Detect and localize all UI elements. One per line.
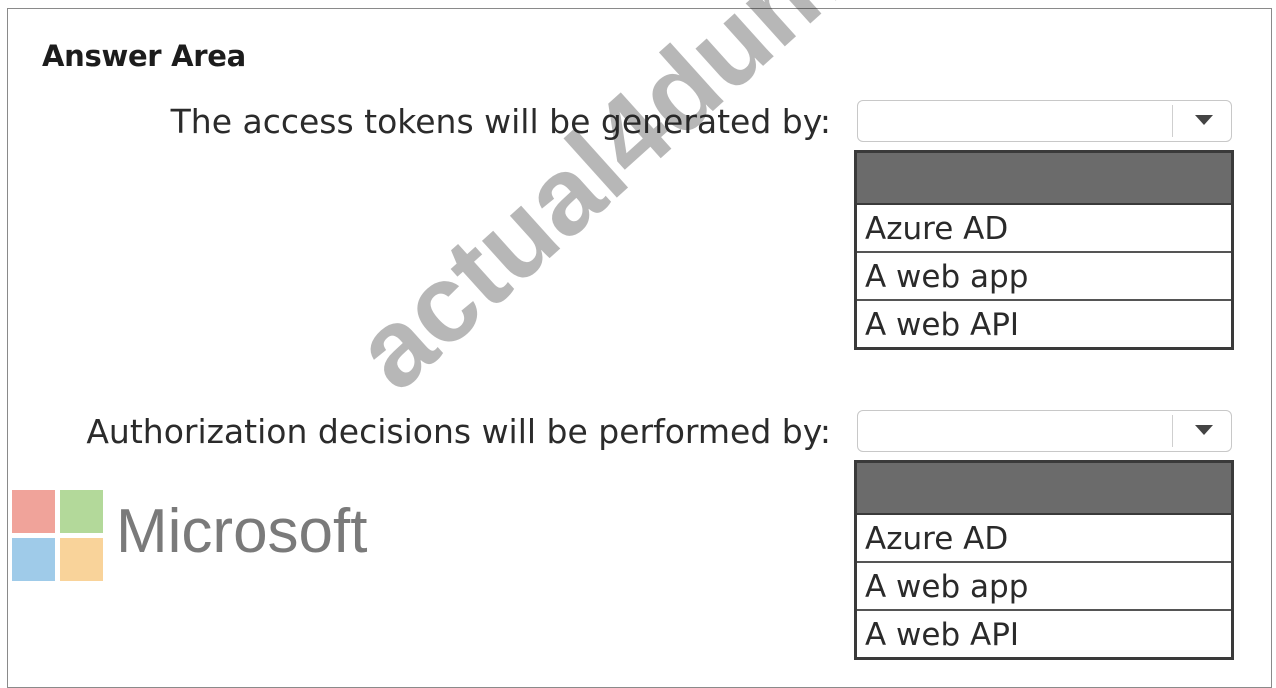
option-web-app[interactable]: A web app	[857, 563, 1231, 611]
authorization-options-list: Azure AD A web app A web API	[854, 460, 1234, 660]
dropdown-blank-option[interactable]	[857, 153, 1231, 205]
option-web-api[interactable]: A web API	[857, 611, 1231, 659]
dropdown-blank-option[interactable]	[857, 463, 1231, 515]
dropdown-separator	[1172, 105, 1173, 137]
chevron-down-icon[interactable]	[1195, 425, 1213, 435]
logo-yellow-square	[60, 538, 103, 581]
question-label-authorization: Authorization decisions will be performe…	[86, 412, 831, 451]
logo-blue-square	[12, 538, 55, 581]
logo-red-square	[12, 490, 55, 533]
chevron-down-icon[interactable]	[1195, 115, 1213, 125]
access-tokens-dropdown[interactable]	[857, 100, 1232, 142]
question-label-access-tokens: The access tokens will be generated by:	[170, 102, 831, 141]
option-web-api[interactable]: A web API	[857, 301, 1231, 349]
option-web-app[interactable]: A web app	[857, 253, 1231, 301]
access-tokens-options-list: Azure AD A web app A web API	[854, 150, 1234, 350]
option-azure-ad[interactable]: Azure AD	[857, 515, 1231, 563]
dropdown-separator	[1172, 415, 1173, 447]
authorization-dropdown[interactable]	[857, 410, 1232, 452]
answer-area-title: Answer Area	[42, 39, 246, 73]
logo-wordmark: Microsoft	[116, 497, 368, 566]
logo-green-square	[60, 490, 103, 533]
option-azure-ad[interactable]: Azure AD	[857, 205, 1231, 253]
